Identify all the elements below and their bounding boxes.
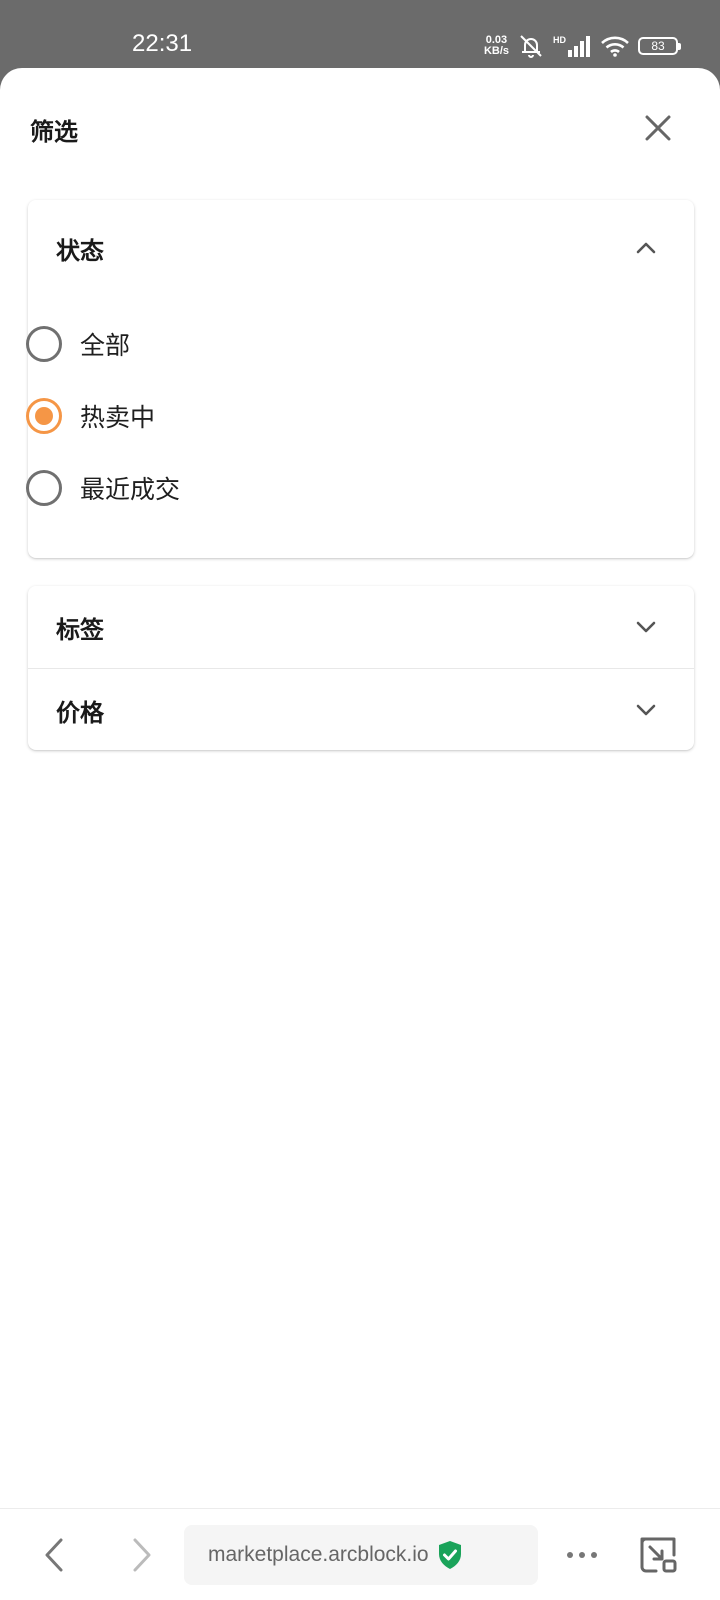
- close-button[interactable]: [638, 108, 678, 148]
- browser-toolbar: marketplace.arcblock.io: [0, 1508, 720, 1600]
- tags-accordion-header[interactable]: 标签: [28, 586, 694, 668]
- status-icons: 0.03 KB/s HD 83: [484, 32, 681, 60]
- shield-check-icon: [438, 1541, 461, 1569]
- battery-level: 83: [651, 39, 665, 53]
- radio-button[interactable]: [26, 470, 62, 506]
- chevron-down-icon: [636, 621, 656, 633]
- radio-button[interactable]: [26, 326, 62, 362]
- tags-accordion-title: 标签: [56, 615, 104, 644]
- forward-button[interactable]: [120, 1533, 164, 1577]
- radio-option-label: 全部: [80, 331, 131, 360]
- minimize-window-icon: [640, 1537, 677, 1573]
- sheet-title: 筛选: [30, 118, 78, 146]
- signal-icon: HD: [553, 35, 592, 57]
- back-button[interactable]: [32, 1533, 76, 1577]
- network-badge: HD: [553, 35, 566, 45]
- wifi-icon: [601, 36, 629, 57]
- price-accordion-header[interactable]: 价格: [28, 669, 694, 751]
- battery-icon: 83: [638, 37, 681, 55]
- network-speed-unit: KB/s: [483, 45, 509, 57]
- radio-option-label: 热卖中: [80, 403, 156, 432]
- close-icon: [645, 115, 671, 141]
- minimize-window-button[interactable]: [636, 1533, 680, 1577]
- forward-icon: [133, 1538, 151, 1572]
- collapsed-filter-panels: 标签 价格: [28, 586, 694, 750]
- radio-button-checked[interactable]: [26, 398, 62, 434]
- url-text: marketplace.arcblock.io: [208, 1543, 429, 1566]
- price-accordion-title: 价格: [56, 698, 104, 727]
- more-icon: [567, 1552, 597, 1558]
- back-icon: [45, 1538, 63, 1572]
- network-speed: 0.03 KB/s: [484, 35, 509, 57]
- more-button[interactable]: [560, 1533, 604, 1577]
- status-bar: 22:31 0.03 KB/s HD 83: [0, 0, 720, 68]
- radio-option-label: 最近成交: [80, 475, 181, 504]
- radio-option-recent-deals[interactable]: 最近成交: [26, 458, 426, 518]
- status-time: 22:31: [132, 30, 193, 57]
- status-accordion-title: 状态: [56, 236, 104, 265]
- radio-option-hot-selling[interactable]: 热卖中: [26, 386, 426, 446]
- chevron-up-icon: [636, 242, 656, 254]
- radio-option-all[interactable]: 全部: [26, 314, 426, 374]
- filter-sheet: 筛选 状态 全部 热卖中 最近成交 标签 价格: [0, 68, 720, 1508]
- chevron-down-icon: [636, 704, 656, 716]
- status-accordion-header[interactable]: 状态: [28, 200, 694, 296]
- address-bar[interactable]: marketplace.arcblock.io: [184, 1525, 538, 1585]
- mute-bell-icon: [520, 35, 542, 58]
